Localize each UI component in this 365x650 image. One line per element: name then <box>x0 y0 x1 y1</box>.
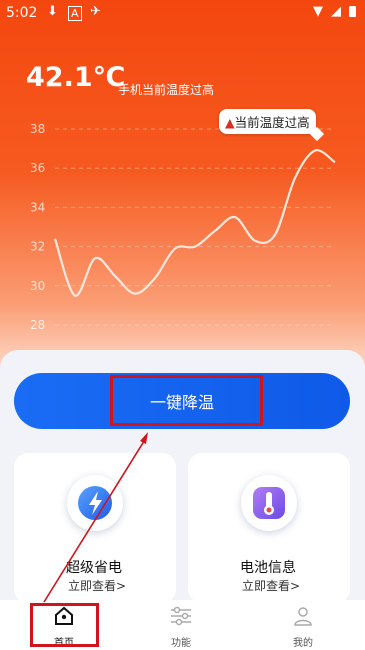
annotation-arrow <box>43 432 148 603</box>
